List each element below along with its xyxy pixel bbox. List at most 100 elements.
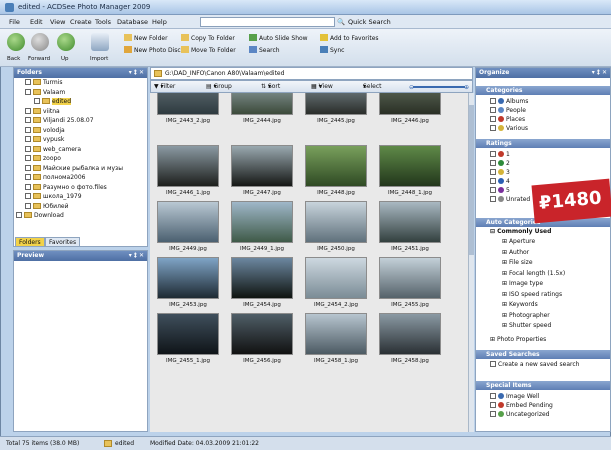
view-button[interactable]: ▦ View ▾ (311, 81, 333, 92)
auto-category-item[interactable]: ⊞ Aperture (502, 238, 535, 247)
expand-icon[interactable]: ⊞ (502, 238, 509, 245)
close-icon[interactable]: ▾ ‡ ✕ (592, 68, 607, 78)
back-arrow-icon[interactable] (7, 33, 25, 51)
thumbnail-image[interactable] (379, 313, 441, 355)
thumbnail-image[interactable] (231, 257, 293, 299)
folder-item[interactable]: Download (16, 212, 64, 222)
folder-item[interactable]: vypusk (25, 136, 64, 146)
import-label[interactable]: Import (90, 56, 108, 62)
thumbnail[interactable]: IMG_2458.jpg (374, 311, 446, 367)
expand-icon[interactable]: ⊞ (502, 312, 509, 319)
menu-create[interactable]: Create (70, 18, 92, 26)
expand-icon[interactable]: ⊞ (502, 270, 509, 277)
menu-edit[interactable]: Edit (30, 18, 43, 26)
folder-item[interactable]: Turmis (25, 79, 63, 89)
copy-to-folder-button[interactable]: Copy To Folder (181, 34, 235, 42)
group-by-button[interactable]: ▤ Group By ▾ (206, 81, 232, 101)
zoom-out-icon[interactable]: ⊖ (409, 82, 414, 93)
thumbnail-image[interactable] (305, 145, 367, 187)
rating-item[interactable]: 5 (490, 187, 510, 196)
create-saved-search-link[interactable]: Create a new saved search (490, 361, 579, 370)
expand-icon[interactable]: ⊞ (502, 249, 509, 256)
auto-category-item[interactable]: ⊞ Keywords (502, 301, 538, 310)
thumbnail[interactable]: IMG_2446.jpg (374, 93, 446, 127)
thumbnail[interactable]: IMG_2448_1.jpg (374, 143, 446, 199)
expand-icon[interactable]: ⊞ (502, 280, 509, 287)
thumbnail-image[interactable] (379, 257, 441, 299)
folder-checkbox[interactable] (25, 117, 31, 123)
category-albums[interactable]: Albums (490, 98, 528, 107)
category-various[interactable]: Various (490, 125, 528, 134)
auto-category-item[interactable]: ⊞ Shutter speed (502, 322, 551, 331)
folder-checkbox[interactable] (25, 174, 31, 180)
thumbnail[interactable]: IMG_2455.jpg (374, 255, 446, 311)
special-items-header[interactable]: Special Items (476, 381, 610, 390)
forward-label[interactable]: Forward (28, 56, 50, 62)
thumbnail-image[interactable] (379, 93, 441, 115)
close-icon[interactable]: ▾ ‡ ✕ (129, 251, 144, 261)
folder-checkbox[interactable] (25, 136, 31, 142)
auto-category-item[interactable]: ⊞ Photographer (502, 312, 550, 321)
select-button[interactable]: Select ▾ (363, 81, 382, 92)
category-places[interactable]: Places (490, 116, 525, 125)
new-folder-button[interactable]: New Folder (124, 34, 168, 42)
thumbnail[interactable]: IMG_2443_2.jpg (152, 93, 224, 127)
folder-checkbox[interactable] (25, 193, 31, 199)
thumbnail[interactable]: IMG_2446_1.jpg (152, 143, 224, 199)
thumbnail-image[interactable] (305, 93, 367, 115)
categories-header[interactable]: Categories (476, 86, 610, 95)
thumbnail-image[interactable] (231, 201, 293, 243)
folder-item[interactable]: Юбилей (25, 202, 69, 213)
menu-help[interactable]: Help (152, 18, 167, 26)
folder-item[interactable]: школа_1979 (25, 193, 82, 203)
auto-slide-show-button[interactable]: Auto Slide Show (249, 34, 308, 42)
move-to-folder-button[interactable]: Move To Folder (181, 46, 236, 54)
thumbnail-image[interactable] (231, 93, 293, 115)
thumbnail[interactable]: IMG_2445.jpg (300, 93, 372, 127)
thumbnail-image[interactable] (231, 145, 293, 187)
quick-search-input[interactable] (200, 17, 335, 27)
auto-category-item[interactable]: ⊞ ISO speed ratings (502, 291, 562, 300)
thumbnail[interactable]: IMG_2456.jpg (226, 311, 298, 367)
ratings-header[interactable]: Ratings (476, 139, 610, 148)
thumbnail[interactable]: IMG_2448.jpg (300, 143, 372, 199)
auto-group-commonly-used[interactable]: ⊟ Commonly Used (490, 228, 551, 237)
thumbnail[interactable]: IMG_2454_2.jpg (300, 255, 372, 311)
folder-checkbox[interactable] (34, 98, 40, 104)
scrollbar-thumb[interactable] (469, 105, 474, 255)
thumbnail[interactable]: IMG_2449.jpg (152, 199, 224, 255)
menu-file[interactable]: File (9, 18, 20, 26)
folder-checkbox[interactable] (25, 183, 31, 190)
thumbnail-image[interactable] (379, 145, 441, 187)
expand-icon[interactable]: ⊞ (502, 291, 509, 298)
thumbnail[interactable]: IMG_2451.jpg (374, 199, 446, 255)
thumbnail-image[interactable] (305, 201, 367, 243)
auto-category-item[interactable]: ⊞ Image type (502, 280, 543, 289)
folder-checkbox[interactable] (25, 79, 31, 85)
special-uncategorized[interactable]: Uncategorized (490, 411, 549, 420)
folder-checkbox[interactable] (25, 155, 31, 161)
folder-checkbox[interactable] (16, 212, 22, 218)
filter-by-button[interactable]: ▼ Filter By ▾ (154, 81, 175, 101)
thumbnail-image[interactable] (379, 201, 441, 243)
auto-category-item[interactable]: ⊞ File size (502, 259, 533, 268)
thumbnail[interactable]: IMG_2455_1.jpg (152, 311, 224, 367)
thumbnail[interactable]: IMG_2458_1.jpg (300, 311, 372, 367)
search-icon[interactable]: 🔍 (337, 18, 345, 26)
rating-item[interactable]: Unrated (490, 196, 530, 205)
new-photo-disc-button[interactable]: New Photo Disc (124, 46, 181, 54)
path-bar[interactable]: G:\DAD_INFO\Canon A80\Valaam\edited (150, 67, 473, 80)
menu-tools[interactable]: Tools (95, 18, 111, 26)
category-people[interactable]: People (490, 107, 526, 116)
folder-item[interactable]: Viljandi 25.08.07 (25, 117, 94, 127)
close-icon[interactable]: ▾ ‡ ✕ (129, 68, 144, 78)
thumbnail[interactable]: IMG_2453.jpg (152, 255, 224, 311)
folder-checkbox[interactable] (25, 126, 31, 133)
menu-database[interactable]: Database (117, 18, 148, 26)
special-image-well[interactable]: Image Well (490, 393, 539, 402)
thumbnail-image[interactable] (305, 257, 367, 299)
auto-category-item[interactable]: ⊞ Focal length (1.5x) (502, 270, 565, 279)
sync-button[interactable]: Sync (320, 46, 344, 54)
sort-by-button[interactable]: ⇅ Sort By ▾ (261, 81, 280, 101)
thumbnail-image[interactable] (231, 313, 293, 355)
